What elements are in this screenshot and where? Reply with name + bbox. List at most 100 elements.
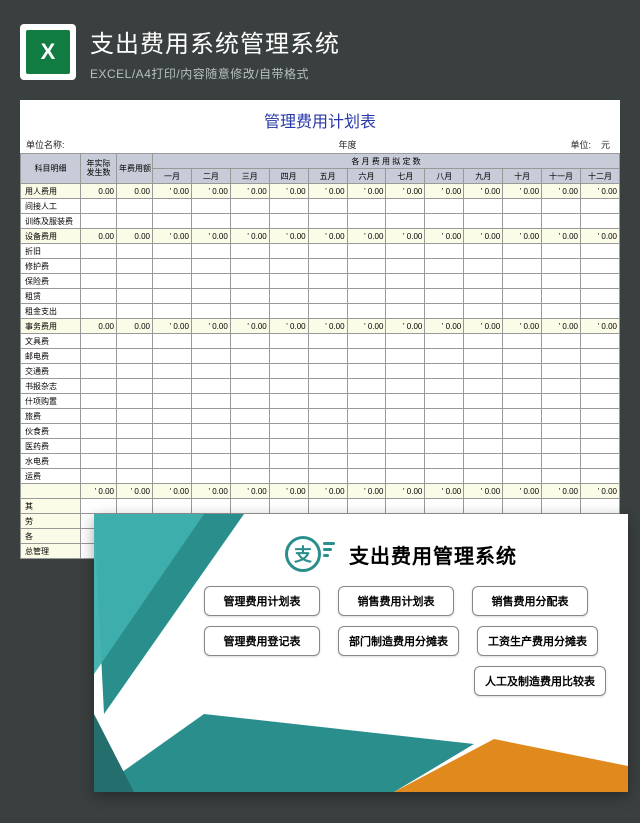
cell[interactable] bbox=[230, 424, 269, 439]
cell[interactable] bbox=[153, 424, 192, 439]
cell[interactable] bbox=[503, 379, 542, 394]
cell[interactable]: ' 0.00 bbox=[464, 184, 503, 199]
cell[interactable] bbox=[386, 199, 425, 214]
cell[interactable] bbox=[153, 304, 192, 319]
cell[interactable]: ' 0.00 bbox=[580, 184, 619, 199]
cell[interactable] bbox=[191, 499, 230, 514]
cell[interactable] bbox=[503, 199, 542, 214]
cell[interactable] bbox=[580, 274, 619, 289]
cell[interactable] bbox=[580, 289, 619, 304]
cell[interactable] bbox=[191, 364, 230, 379]
cell[interactable] bbox=[347, 349, 386, 364]
cell[interactable] bbox=[542, 259, 581, 274]
cell[interactable]: ' 0.00 bbox=[269, 229, 308, 244]
cell[interactable] bbox=[503, 439, 542, 454]
cell[interactable] bbox=[347, 439, 386, 454]
cell[interactable] bbox=[425, 199, 464, 214]
cell[interactable] bbox=[117, 199, 153, 214]
cell[interactable] bbox=[542, 394, 581, 409]
nav-button[interactable]: 管理费用登记表 bbox=[204, 626, 320, 656]
cell[interactable]: ' 0.00 bbox=[386, 229, 425, 244]
cell[interactable] bbox=[153, 349, 192, 364]
cell[interactable] bbox=[347, 274, 386, 289]
cell[interactable] bbox=[81, 469, 117, 484]
cell[interactable] bbox=[503, 274, 542, 289]
cell[interactable] bbox=[153, 199, 192, 214]
cell[interactable] bbox=[81, 244, 117, 259]
cell[interactable] bbox=[308, 199, 347, 214]
cell[interactable] bbox=[386, 349, 425, 364]
cell[interactable] bbox=[386, 259, 425, 274]
cell[interactable] bbox=[230, 454, 269, 469]
cell[interactable] bbox=[580, 259, 619, 274]
cell[interactable]: ' 0.00 bbox=[542, 184, 581, 199]
cell[interactable] bbox=[386, 379, 425, 394]
cell[interactable] bbox=[386, 274, 425, 289]
cell[interactable] bbox=[153, 244, 192, 259]
cell[interactable] bbox=[269, 274, 308, 289]
cell[interactable] bbox=[191, 349, 230, 364]
cell[interactable] bbox=[269, 469, 308, 484]
cell[interactable] bbox=[503, 334, 542, 349]
cell[interactable] bbox=[308, 304, 347, 319]
cell[interactable] bbox=[503, 214, 542, 229]
cell[interactable] bbox=[347, 364, 386, 379]
cell[interactable] bbox=[308, 454, 347, 469]
cell[interactable]: ' 0.00 bbox=[153, 319, 192, 334]
cell[interactable] bbox=[269, 499, 308, 514]
cell[interactable] bbox=[81, 259, 117, 274]
cell[interactable] bbox=[269, 454, 308, 469]
cell[interactable] bbox=[503, 349, 542, 364]
cell[interactable] bbox=[503, 469, 542, 484]
cell[interactable] bbox=[230, 244, 269, 259]
nav-button[interactable]: 销售费用计划表 bbox=[338, 586, 454, 616]
cell[interactable] bbox=[191, 304, 230, 319]
cell[interactable] bbox=[191, 214, 230, 229]
cell[interactable] bbox=[386, 499, 425, 514]
cell[interactable] bbox=[191, 439, 230, 454]
cell[interactable] bbox=[117, 454, 153, 469]
cell[interactable] bbox=[191, 409, 230, 424]
cell[interactable] bbox=[230, 469, 269, 484]
cell[interactable] bbox=[191, 274, 230, 289]
cell[interactable] bbox=[503, 259, 542, 274]
cell[interactable] bbox=[269, 244, 308, 259]
cell[interactable] bbox=[503, 394, 542, 409]
cell[interactable] bbox=[542, 439, 581, 454]
cell[interactable] bbox=[81, 214, 117, 229]
cell[interactable] bbox=[386, 244, 425, 259]
cell[interactable]: 0.00 bbox=[117, 319, 153, 334]
cell[interactable]: ' 0.00 bbox=[580, 229, 619, 244]
cell[interactable] bbox=[503, 364, 542, 379]
cell[interactable] bbox=[81, 454, 117, 469]
cell[interactable] bbox=[81, 334, 117, 349]
cell[interactable]: 0.00 bbox=[81, 184, 117, 199]
cell[interactable] bbox=[542, 334, 581, 349]
cell[interactable]: ' 0.00 bbox=[269, 319, 308, 334]
cell[interactable] bbox=[81, 424, 117, 439]
cell[interactable] bbox=[153, 364, 192, 379]
cell[interactable] bbox=[230, 394, 269, 409]
cell[interactable] bbox=[503, 499, 542, 514]
cell[interactable] bbox=[308, 244, 347, 259]
cell[interactable] bbox=[117, 394, 153, 409]
cell[interactable] bbox=[269, 334, 308, 349]
cell[interactable] bbox=[386, 454, 425, 469]
cell[interactable] bbox=[464, 454, 503, 469]
cell[interactable]: 0.00 bbox=[81, 319, 117, 334]
cell[interactable] bbox=[464, 334, 503, 349]
cell[interactable]: ' 0.00 bbox=[269, 184, 308, 199]
cell[interactable] bbox=[542, 274, 581, 289]
cell[interactable] bbox=[308, 259, 347, 274]
cell[interactable] bbox=[81, 499, 117, 514]
cell[interactable] bbox=[308, 289, 347, 304]
cell[interactable] bbox=[464, 304, 503, 319]
cell[interactable] bbox=[464, 214, 503, 229]
cell[interactable] bbox=[308, 214, 347, 229]
nav-button[interactable]: 人工及制造费用比较表 bbox=[474, 666, 606, 696]
cell[interactable] bbox=[542, 409, 581, 424]
cell[interactable]: ' 0.00 bbox=[542, 229, 581, 244]
cell[interactable] bbox=[117, 499, 153, 514]
cell[interactable] bbox=[386, 289, 425, 304]
cell[interactable] bbox=[230, 439, 269, 454]
